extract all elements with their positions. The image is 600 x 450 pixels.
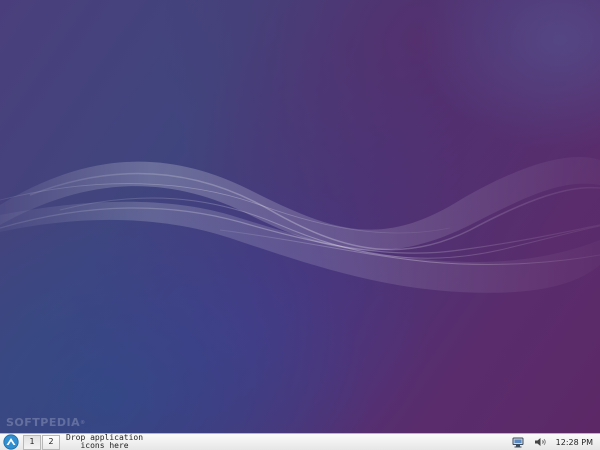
lubuntu-logo-icon xyxy=(3,434,19,450)
volume-icon xyxy=(534,438,546,446)
network-tray-button[interactable] xyxy=(510,434,526,450)
launch-bar-hint-line-2: icons here xyxy=(80,441,129,450)
taskbar-panel: 1 2 Drop application icons here 12:28 PM xyxy=(0,433,600,450)
desktop-wallpaper: SOFTPEDIA® xyxy=(0,0,600,433)
volume-tray-button[interactable] xyxy=(532,434,550,450)
workspace-2-button[interactable]: 2 xyxy=(42,434,60,450)
launch-bar-drop-area[interactable]: Drop application icons here xyxy=(66,434,143,450)
network-icon xyxy=(512,437,524,447)
workspace-1-button[interactable]: 1 xyxy=(23,434,41,450)
main-menu-button[interactable] xyxy=(0,434,22,450)
wallpaper-waves xyxy=(0,156,600,293)
softpedia-watermark: SOFTPEDIA® xyxy=(6,416,86,429)
clock[interactable]: 12:28 PM xyxy=(556,438,593,447)
